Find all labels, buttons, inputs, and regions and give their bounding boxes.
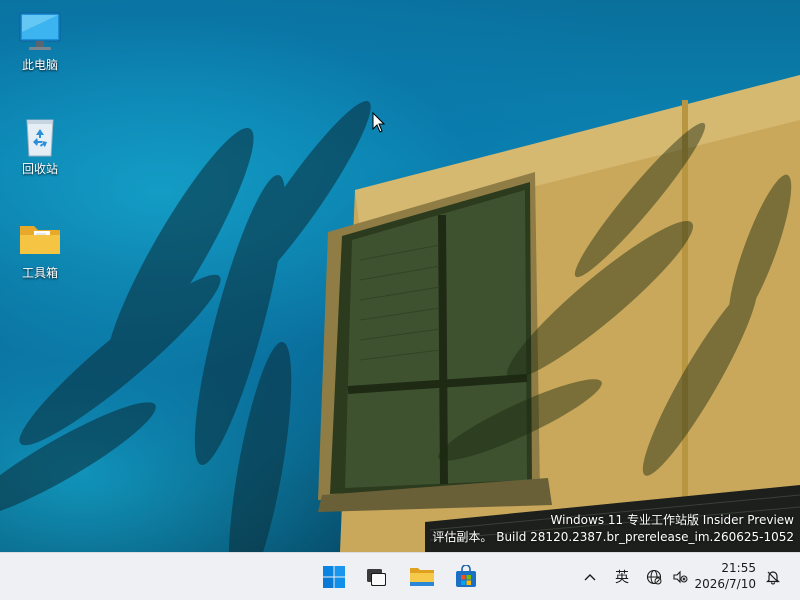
microsoft-store-button[interactable]	[448, 559, 484, 595]
notification-center-button[interactable]	[762, 563, 784, 591]
desktop-icon-toolbox[interactable]: 工具箱	[2, 218, 78, 280]
chevron-up-icon	[584, 574, 596, 581]
watermark-build: 评估副本。 Build 28120.2387.br_prerelease_im.…	[432, 530, 794, 544]
watermark-edition: Windows 11 专业工作站版 Insider Preview	[550, 513, 794, 527]
show-hidden-icons-button[interactable]	[580, 563, 600, 591]
task-view-icon	[367, 569, 386, 586]
mouse-cursor-icon	[372, 112, 386, 133]
clock-date: 2026/7/10	[694, 577, 756, 591]
store-icon	[456, 565, 476, 587]
taskbar: 英 21:55 2026/7/10	[0, 552, 800, 600]
speaker-muted-icon	[673, 570, 688, 584]
desktop-screen: 此电脑 回收站 工具箱 Windows 11 专业工作站版 Insider Pr…	[0, 0, 800, 600]
desktop-icon-label: 此电脑	[21, 58, 58, 72]
monitor-icon	[18, 10, 62, 54]
volume-button[interactable]	[670, 563, 690, 591]
globe-network-icon	[646, 569, 662, 585]
file-explorer-icon	[410, 568, 434, 586]
ime-label: 英	[615, 570, 629, 586]
windows-logo-icon	[323, 566, 345, 588]
recycle-bin-icon	[18, 114, 62, 158]
folder-icon	[18, 218, 62, 262]
file-explorer-button[interactable]	[404, 559, 440, 595]
wallpaper-art	[0, 75, 800, 552]
input-method-indicator[interactable]: 英	[610, 563, 634, 591]
task-view-button[interactable]	[358, 559, 394, 595]
desktop-icon-recycle-bin[interactable]: 回收站	[2, 114, 78, 176]
desktop-icon-label: 工具箱	[21, 266, 58, 280]
network-button[interactable]	[644, 563, 664, 591]
start-button[interactable]	[316, 559, 352, 595]
clock-time: 21:55	[721, 561, 756, 575]
desktop-icon-this-pc[interactable]: 此电脑	[2, 10, 78, 72]
notification-bell-icon	[766, 571, 780, 585]
insider-watermark: Windows 11 专业工作站版 Insider Preview 评估副本。 …	[432, 512, 794, 546]
desktop-icon-label: 回收站	[21, 162, 58, 176]
system-clock[interactable]: 21:55 2026/7/10	[694, 560, 756, 592]
